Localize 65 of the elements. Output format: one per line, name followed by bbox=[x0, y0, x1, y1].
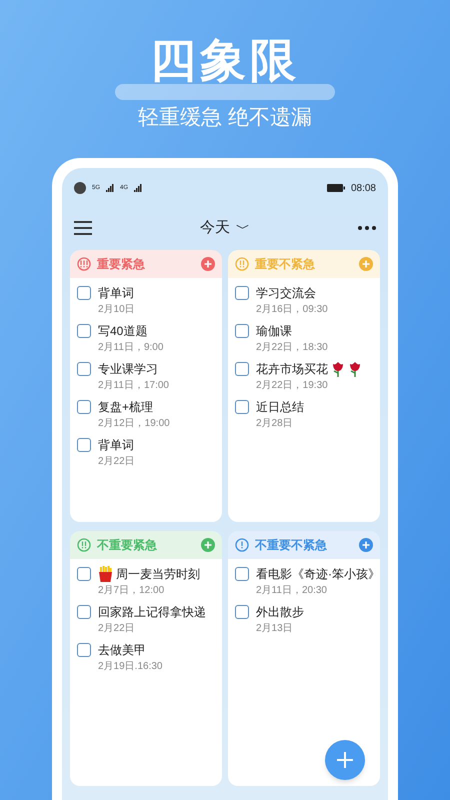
menu-icon[interactable] bbox=[74, 221, 92, 235]
task-title: 背单词 bbox=[98, 285, 134, 302]
more-icon[interactable] bbox=[358, 226, 376, 230]
checkbox[interactable] bbox=[235, 324, 249, 338]
add-icon[interactable] bbox=[201, 257, 215, 271]
checkbox[interactable] bbox=[235, 567, 249, 581]
task-date: 2月16日，09:30 bbox=[256, 303, 328, 317]
task-title: 复盘+梳理 bbox=[98, 399, 154, 416]
task-date: 2月22日，18:30 bbox=[256, 341, 328, 355]
quadrant-title: 不重要紧急 bbox=[97, 537, 158, 554]
task-date: 2月11日，17:00 bbox=[98, 379, 169, 393]
add-icon[interactable] bbox=[201, 538, 215, 552]
plus-icon bbox=[336, 751, 354, 769]
task-title: 背单词 bbox=[98, 437, 134, 454]
task-date: 2月22日 bbox=[98, 455, 135, 469]
task-date: 2月22日 bbox=[98, 622, 136, 636]
camera-icon bbox=[74, 182, 86, 194]
task-title: 看电影《奇迹·笨小孩》 bbox=[256, 566, 380, 583]
task-title: 周一麦当劳时刻 bbox=[116, 566, 200, 583]
task-date: 2月28日 bbox=[256, 417, 294, 431]
rose-icon bbox=[348, 361, 362, 377]
task-title: 写40道题 bbox=[98, 323, 148, 340]
checkbox[interactable] bbox=[77, 567, 91, 581]
checkbox[interactable] bbox=[77, 438, 91, 452]
task-date: 2月19日.16:30 bbox=[98, 660, 162, 674]
quadrant-title: 不重要不紧急 bbox=[255, 537, 328, 554]
task-date: 2月11日，20:30 bbox=[256, 584, 328, 598]
checkbox[interactable] bbox=[77, 324, 91, 338]
add-icon[interactable] bbox=[359, 538, 373, 552]
status-time: 08:08 bbox=[350, 182, 376, 196]
task-title: 专业课学习 bbox=[98, 361, 158, 378]
rose-icon bbox=[331, 361, 345, 377]
date-title[interactable]: 今天 bbox=[200, 216, 230, 240]
checkbox[interactable] bbox=[77, 400, 91, 414]
battery-icon bbox=[326, 184, 345, 192]
task-title: 近日总结 bbox=[256, 399, 304, 416]
task-date: 2月11日，9:00 bbox=[98, 341, 164, 355]
signal-icon bbox=[106, 184, 114, 192]
task-title: 学习交流会 bbox=[256, 285, 316, 302]
dropdown-caret[interactable]: ﹀ bbox=[236, 218, 250, 238]
signal-icon bbox=[134, 184, 142, 192]
task-title: 花卉市场买花 bbox=[256, 361, 328, 378]
quadrant-title: 重要紧急 bbox=[97, 256, 146, 273]
task-date: 2月12日，19:00 bbox=[98, 417, 170, 431]
checkbox[interactable] bbox=[77, 362, 91, 376]
checkbox[interactable] bbox=[235, 605, 249, 619]
fries-icon bbox=[98, 566, 113, 582]
checkbox[interactable] bbox=[235, 286, 249, 300]
task-title: 去做美甲 bbox=[98, 642, 146, 659]
task-date: 2月10日 bbox=[98, 303, 135, 317]
task-title: 外出散步 bbox=[256, 604, 304, 621]
banner-title: 四象限 bbox=[150, 36, 300, 84]
task-date: 2月7日，12:00 bbox=[98, 584, 166, 598]
checkbox[interactable] bbox=[77, 605, 91, 619]
checkbox[interactable] bbox=[77, 286, 91, 300]
quadrant-title: 重要不紧急 bbox=[255, 256, 316, 273]
banner-subtitle: 轻重缓急 绝不遗漏 bbox=[138, 105, 312, 131]
checkbox[interactable] bbox=[235, 362, 249, 376]
checkbox[interactable] bbox=[235, 400, 249, 414]
task-date: 2月22日，19:30 bbox=[256, 379, 329, 393]
task-title: 回家路上记得拿快递 bbox=[98, 604, 206, 621]
task-date: 2月13日 bbox=[256, 622, 294, 636]
task-title: 瑜伽课 bbox=[256, 323, 292, 340]
checkbox[interactable] bbox=[77, 643, 91, 657]
add-icon[interactable] bbox=[359, 257, 373, 271]
